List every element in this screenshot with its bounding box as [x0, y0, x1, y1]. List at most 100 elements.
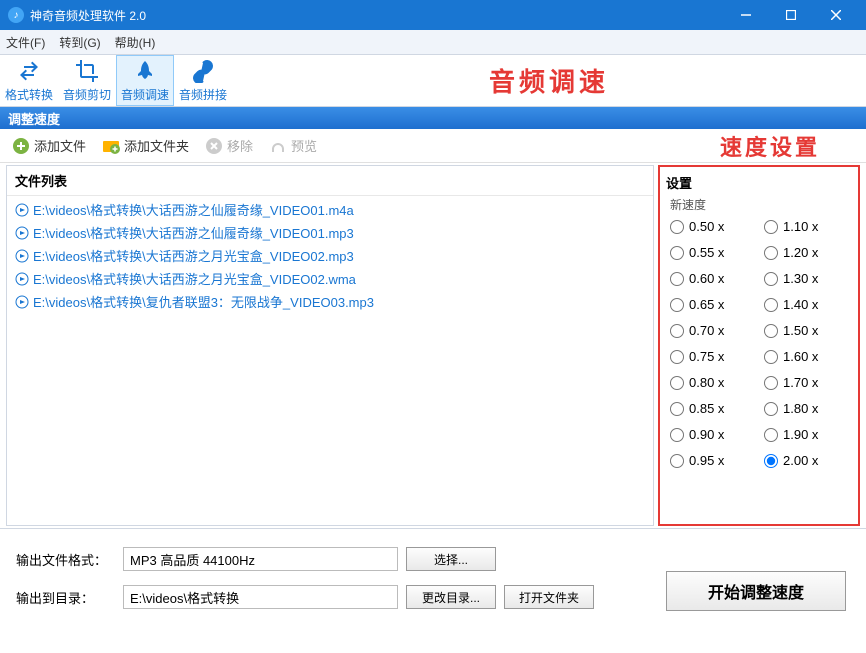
speed-option[interactable]: 0.60 x — [670, 271, 758, 286]
speed-option[interactable]: 0.50 x — [670, 219, 758, 234]
speed-option[interactable]: 0.85 x — [670, 401, 758, 416]
preview-button[interactable]: 预览 — [263, 133, 323, 158]
start-button[interactable]: 开始调整速度 — [666, 571, 846, 611]
speed-value: 1.90 x — [783, 427, 818, 442]
speed-option[interactable]: 1.20 x — [764, 245, 852, 260]
crop-icon — [75, 59, 99, 83]
file-row[interactable]: E:\videos\格式转换\大话西游之仙履奇缘_VIDEO01.mp3 — [7, 221, 653, 244]
speed-option[interactable]: 0.55 x — [670, 245, 758, 260]
output-format-field[interactable]: MP3 高品质 44100Hz — [123, 547, 398, 571]
speed-value: 0.90 x — [689, 427, 724, 442]
section-header: 调整速度 — [0, 107, 866, 129]
file-row[interactable]: E:\videos\格式转换\大话西游之仙履奇缘_VIDEO01.m4a — [7, 198, 653, 221]
speed-radio[interactable] — [764, 376, 778, 390]
speed-settings-title: 速度设置 — [720, 130, 820, 162]
remove-button[interactable]: 移除 — [199, 133, 259, 158]
speed-radio[interactable] — [670, 324, 684, 338]
speed-radio[interactable] — [670, 272, 684, 286]
speed-value: 1.70 x — [783, 375, 818, 390]
speed-option[interactable]: 1.60 x — [764, 349, 852, 364]
speed-option[interactable]: 1.80 x — [764, 401, 852, 416]
speed-radio[interactable] — [670, 246, 684, 260]
output-format-label: 输出文件格式： — [10, 550, 115, 569]
remove-icon — [205, 137, 223, 155]
tool-label: 音频拼接 — [179, 86, 227, 103]
speed-option[interactable]: 1.40 x — [764, 297, 852, 312]
choose-format-button[interactable]: 选择... — [406, 547, 496, 571]
start-wrap: 开始调整速度 — [656, 539, 856, 643]
window-title: 神奇音频处理软件 2.0 — [30, 7, 723, 24]
speed-radio[interactable] — [764, 246, 778, 260]
output-dir-field[interactable]: E:\videos\格式转换 — [123, 585, 398, 609]
speed-radio[interactable] — [764, 428, 778, 442]
speed-value: 0.70 x — [689, 323, 724, 338]
speed-radio[interactable] — [764, 298, 778, 312]
speed-option[interactable]: 1.10 x — [764, 219, 852, 234]
speed-option[interactable]: 1.50 x — [764, 323, 852, 338]
tool-audio-cut[interactable]: 音频剪切 — [58, 55, 116, 106]
speed-option[interactable]: 0.65 x — [670, 297, 758, 312]
speed-radio[interactable] — [764, 220, 778, 234]
add-file-label: 添加文件 — [34, 136, 86, 155]
speed-option[interactable]: 0.90 x — [670, 427, 758, 442]
menu-goto[interactable]: 转到(G) — [59, 34, 100, 51]
speed-option[interactable]: 0.95 x — [670, 453, 758, 468]
speed-radio[interactable] — [670, 298, 684, 312]
speed-radio[interactable] — [764, 454, 778, 468]
speed-radio[interactable] — [764, 324, 778, 338]
speed-option[interactable]: 0.70 x — [670, 323, 758, 338]
speed-option[interactable]: 1.30 x — [764, 271, 852, 286]
change-dir-button[interactable]: 更改目录... — [406, 585, 496, 609]
page-headline: 音频调速 — [232, 55, 866, 106]
maximize-button[interactable] — [768, 0, 813, 30]
rocket-icon — [133, 59, 157, 83]
speed-option[interactable]: 1.90 x — [764, 427, 852, 442]
file-row[interactable]: E:\videos\格式转换\大话西游之月光宝盒_VIDEO02.mp3 — [7, 244, 653, 267]
speed-option[interactable]: 0.80 x — [670, 375, 758, 390]
add-folder-button[interactable]: 添加文件夹 — [96, 133, 195, 158]
file-row[interactable]: E:\videos\格式转换\大话西游之月光宝盒_VIDEO02.wma — [7, 267, 653, 290]
tool-format-convert[interactable]: 格式转换 — [0, 55, 58, 106]
speed-option[interactable]: 0.75 x — [670, 349, 758, 364]
window-controls — [723, 0, 858, 30]
speed-radio[interactable] — [670, 350, 684, 364]
speed-radio[interactable] — [670, 454, 684, 468]
speed-option[interactable]: 2.00 x — [764, 453, 852, 468]
minimize-button[interactable] — [723, 0, 768, 30]
speed-radio[interactable] — [670, 428, 684, 442]
main-area: 文件列表 E:\videos\格式转换\大话西游之仙履奇缘_VIDEO01.m4… — [0, 163, 866, 528]
speed-value: 0.75 x — [689, 349, 724, 364]
file-list: E:\videos\格式转换\大话西游之仙履奇缘_VIDEO01.m4a E:\v… — [7, 196, 653, 525]
close-button[interactable] — [813, 0, 858, 30]
toolbar: 格式转换 音频剪切 音频调速 音频拼接 音频调速 — [0, 55, 866, 107]
speed-radio[interactable] — [764, 272, 778, 286]
speed-radio[interactable] — [764, 350, 778, 364]
menubar: 文件(F) 转到(G) 帮助(H) — [0, 30, 866, 55]
speed-radio[interactable] — [670, 402, 684, 416]
file-row[interactable]: E:\videos\格式转换\复仇者联盟3：无限战争_VIDEO03.mp3 — [7, 290, 653, 313]
file-list-title: 文件列表 — [7, 166, 653, 196]
speed-value: 0.85 x — [689, 401, 724, 416]
headphones-icon — [269, 137, 287, 155]
menu-help[interactable]: 帮助(H) — [115, 34, 156, 51]
preview-label: 预览 — [291, 136, 317, 155]
audio-file-icon — [15, 272, 29, 286]
tool-audio-merge[interactable]: 音频拼接 — [174, 55, 232, 106]
file-path: E:\videos\格式转换\大话西游之仙履奇缘_VIDEO01.mp3 — [33, 223, 354, 242]
speed-radio[interactable] — [670, 376, 684, 390]
speed-value: 1.20 x — [783, 245, 818, 260]
tool-label: 音频剪切 — [63, 86, 111, 103]
add-file-button[interactable]: 添加文件 — [6, 133, 92, 158]
tool-label: 音频调速 — [121, 86, 169, 103]
menu-file[interactable]: 文件(F) — [6, 34, 45, 51]
speed-radio[interactable] — [764, 402, 778, 416]
speed-value: 1.30 x — [783, 271, 818, 286]
tool-audio-speed[interactable]: 音频调速 — [116, 55, 174, 106]
speed-option[interactable]: 1.70 x — [764, 375, 852, 390]
open-folder-button[interactable]: 打开文件夹 — [504, 585, 594, 609]
add-file-icon — [12, 137, 30, 155]
speed-value: 0.50 x — [689, 219, 724, 234]
audio-file-icon — [15, 226, 29, 240]
speed-radio[interactable] — [670, 220, 684, 234]
speed-value: 1.40 x — [783, 297, 818, 312]
